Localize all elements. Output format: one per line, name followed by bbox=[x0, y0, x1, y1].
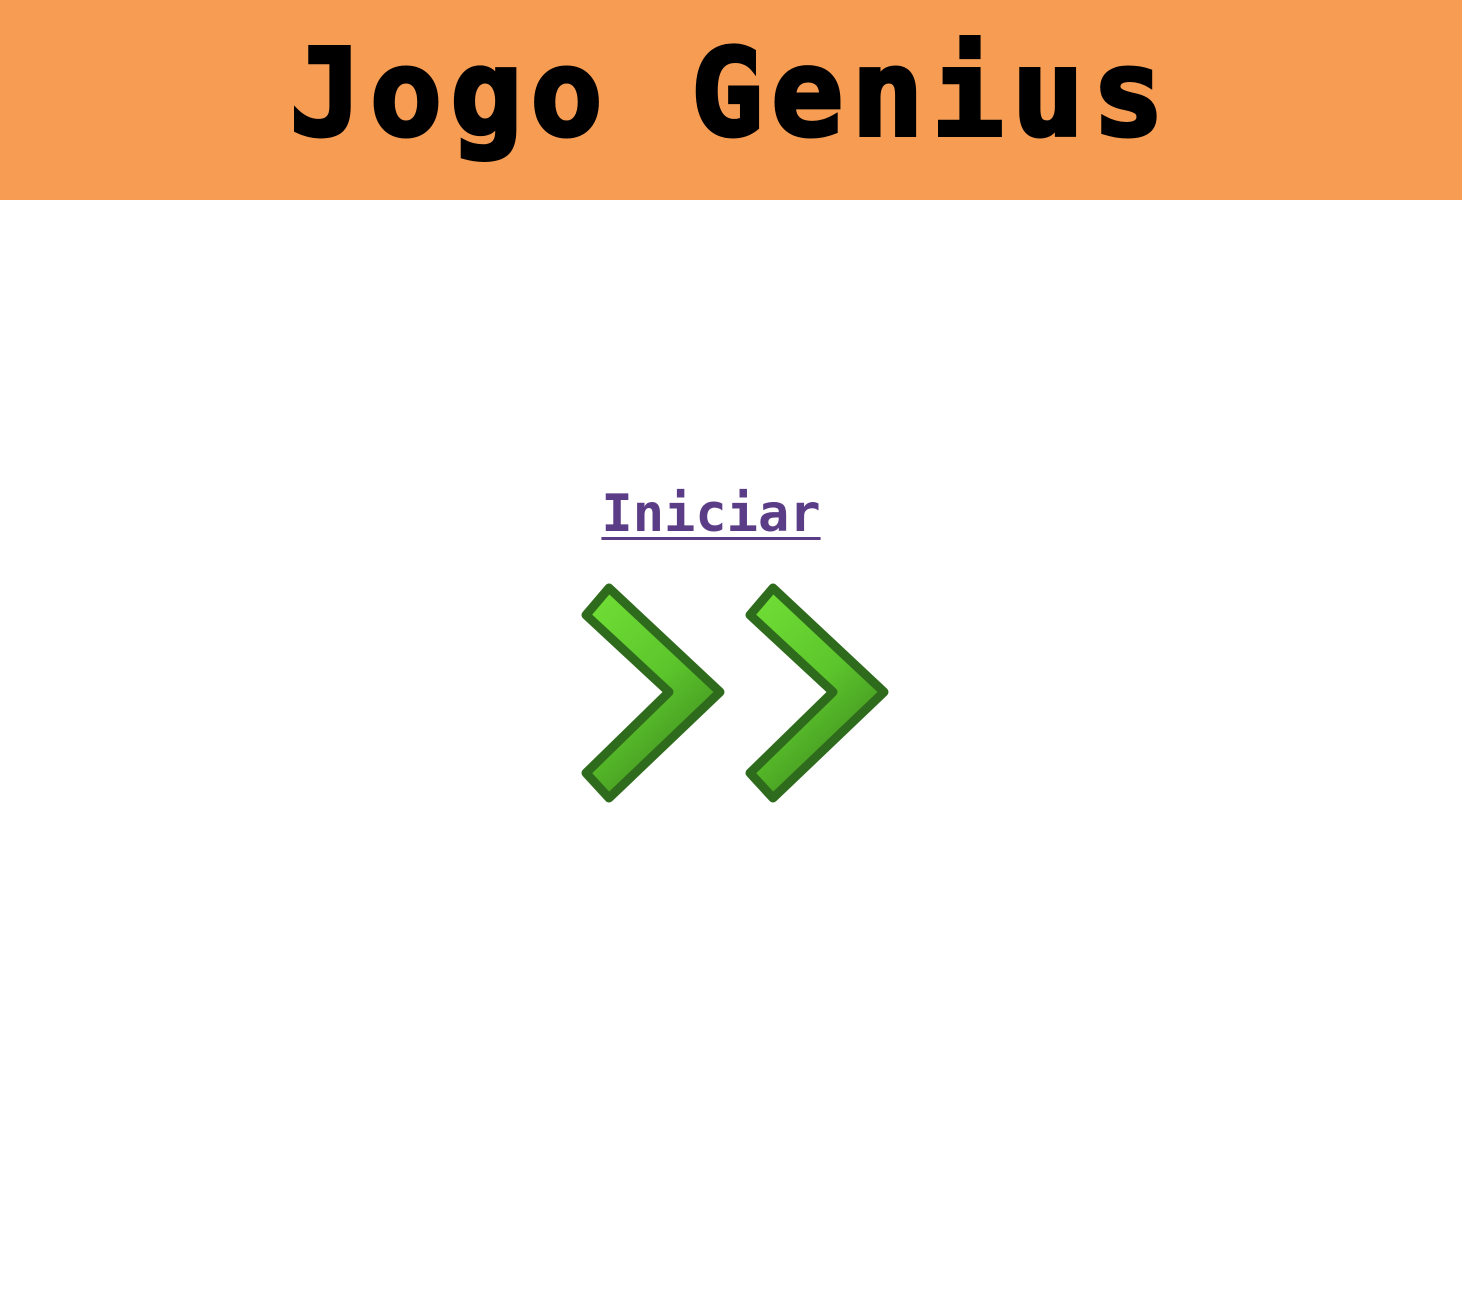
page-title: Jogo Genius bbox=[288, 25, 1173, 164]
chevron-left-part bbox=[581, 583, 725, 803]
double-chevron-right-icon bbox=[581, 583, 889, 803]
page-header: Jogo Genius bbox=[0, 0, 1462, 200]
chevron-right-part bbox=[745, 583, 889, 803]
start-button[interactable] bbox=[566, 570, 896, 815]
start-link[interactable]: Iniciar bbox=[571, 484, 851, 544]
